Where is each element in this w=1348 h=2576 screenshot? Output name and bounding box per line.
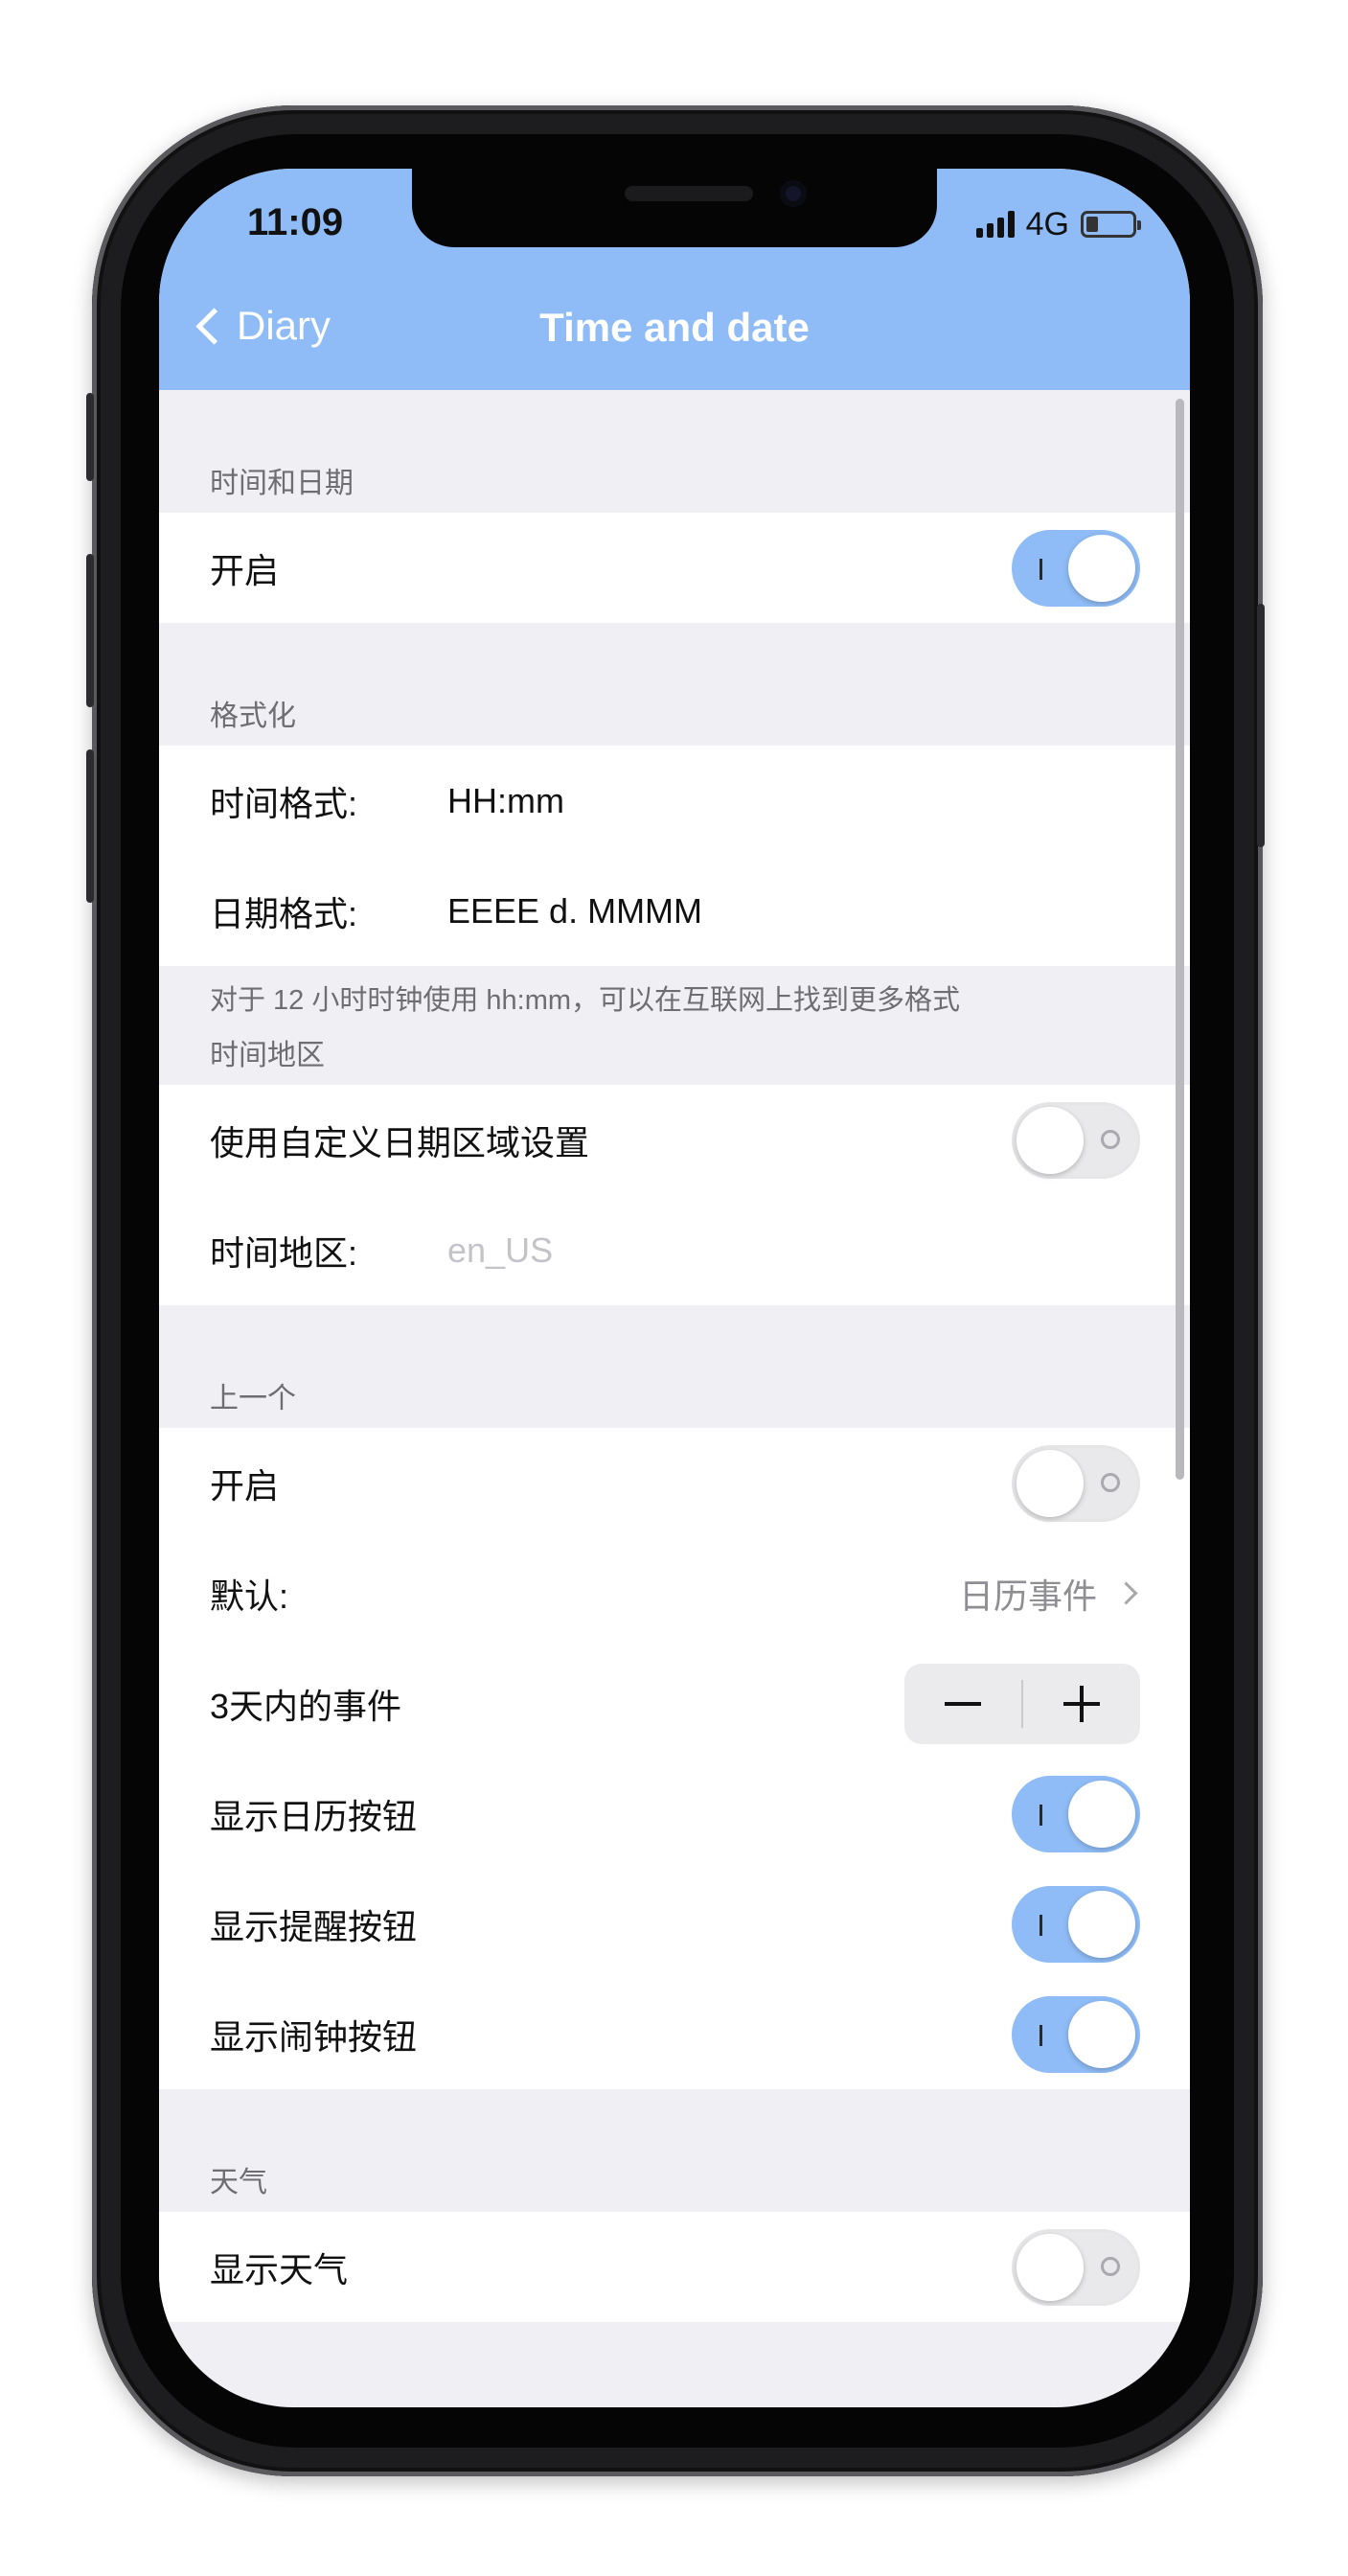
section-header-format: 格式化 (210, 701, 296, 732)
group-weather: 显示天气 (159, 2212, 1190, 2322)
signal-bars-icon (975, 211, 1015, 238)
row-show-calendar: 显示日历按钮 (159, 1759, 1190, 1869)
network-type: 4G (1025, 205, 1069, 242)
enable-previous-toggle[interactable] (1012, 1444, 1140, 1522)
section-header-locale: 时间地区 (210, 1040, 325, 1071)
section-header-time-date: 时间和日期 (210, 468, 354, 499)
section-header-weather: 天气 (210, 2167, 267, 2198)
row-label: 3天内的事件 (210, 1686, 402, 1726)
row-label: 开启 (210, 550, 280, 590)
row-label: 默认: (210, 1576, 289, 1616)
row-label: 显示日历按钮 (210, 1796, 418, 1836)
date-format-field[interactable]: EEEE d. MMMM (447, 891, 702, 932)
custom-locale-toggle[interactable] (1012, 1101, 1140, 1179)
locale-input[interactable]: en_US (447, 1230, 553, 1271)
row-locale[interactable]: 时间地区: en_US (159, 1195, 1190, 1305)
row-label: 显示天气 (210, 2249, 349, 2289)
show-alarm-toggle[interactable] (1012, 1995, 1140, 2073)
row-label: 显示提醒按钮 (210, 1906, 418, 1946)
camera-icon (780, 180, 807, 207)
row-events-days: 3天内的事件 (159, 1648, 1190, 1759)
status-icons: 4G (975, 205, 1141, 242)
group-previous: 开启 默认: 日历事件 3天内的事件 显示日历按钮 显示提醒按钮 显示闹钟按钮 (159, 1428, 1190, 2089)
row-time-format[interactable]: 时间格式: HH:mm (159, 746, 1190, 856)
default-detail[interactable]: 日历事件 (959, 1569, 1140, 1619)
side-button-power (1257, 604, 1265, 847)
show-calendar-toggle[interactable] (1012, 1775, 1140, 1852)
row-label: 使用自定义日期区域设置 (210, 1122, 590, 1162)
row-enable-time-date: 开启 (159, 513, 1190, 623)
group-format: 时间格式: HH:mm 日期格式: EEEE d. MMMM (159, 746, 1190, 966)
row-show-alarm: 显示闹钟按钮 (159, 1979, 1190, 2089)
row-enable-previous: 开启 (159, 1428, 1190, 1538)
enable-time-date-toggle[interactable] (1012, 529, 1140, 607)
row-default[interactable]: 默认: 日历事件 (159, 1538, 1190, 1648)
row-show-reminder: 显示提醒按钮 (159, 1869, 1190, 1979)
row-custom-locale: 使用自定义日期区域设置 (159, 1085, 1190, 1195)
date-format-label: 日期格式: (210, 893, 358, 933)
default-value: 日历事件 (958, 1576, 1097, 1616)
group-locale: 使用自定义日期区域设置 时间地区: en_US (159, 1085, 1190, 1305)
side-button-volume-down (86, 749, 94, 903)
group-time-date: 开启 (159, 513, 1190, 623)
time-format-label: 时间格式: (210, 783, 358, 823)
screen: 11:09 4G Diary Time and date 时间和日期 开启 格式… (159, 169, 1190, 2407)
row-label: 开启 (210, 1465, 280, 1506)
settings-list: 时间和日期 开启 格式化 时间格式: HH:mm 日期格式: EEEE d. M… (159, 390, 1190, 2322)
speaker-grille (625, 186, 753, 201)
section-footer-format: 对于 12 小时时钟使用 hh:mm，可以在互联网上找到更多格式 (210, 985, 961, 1016)
row-label: 显示闹钟按钮 (210, 2016, 418, 2057)
time-format-field[interactable]: HH:mm (447, 781, 564, 821)
show-weather-toggle[interactable] (1012, 2228, 1140, 2306)
side-button-mute (86, 393, 94, 481)
show-reminder-toggle[interactable] (1012, 1885, 1140, 1963)
disclosure-chevron-icon (1114, 1581, 1138, 1605)
status-time: 11:09 (247, 201, 344, 243)
vertical-scrollbar[interactable] (1176, 399, 1184, 1480)
section-header-previous: 上一个 (210, 1383, 296, 1414)
notch (412, 169, 937, 247)
days-stepper (904, 1663, 1140, 1744)
row-date-format[interactable]: 日期格式: EEEE d. MMMM (159, 856, 1190, 966)
row-show-weather: 显示天气 (159, 2212, 1190, 2322)
minus-icon[interactable] (904, 1664, 1021, 1744)
locale-label: 时间地区: (210, 1232, 358, 1273)
page-title: Time and date (539, 305, 810, 350)
side-button-volume-up (86, 554, 94, 707)
plus-icon[interactable] (1023, 1664, 1140, 1744)
battery-icon (1081, 211, 1141, 238)
